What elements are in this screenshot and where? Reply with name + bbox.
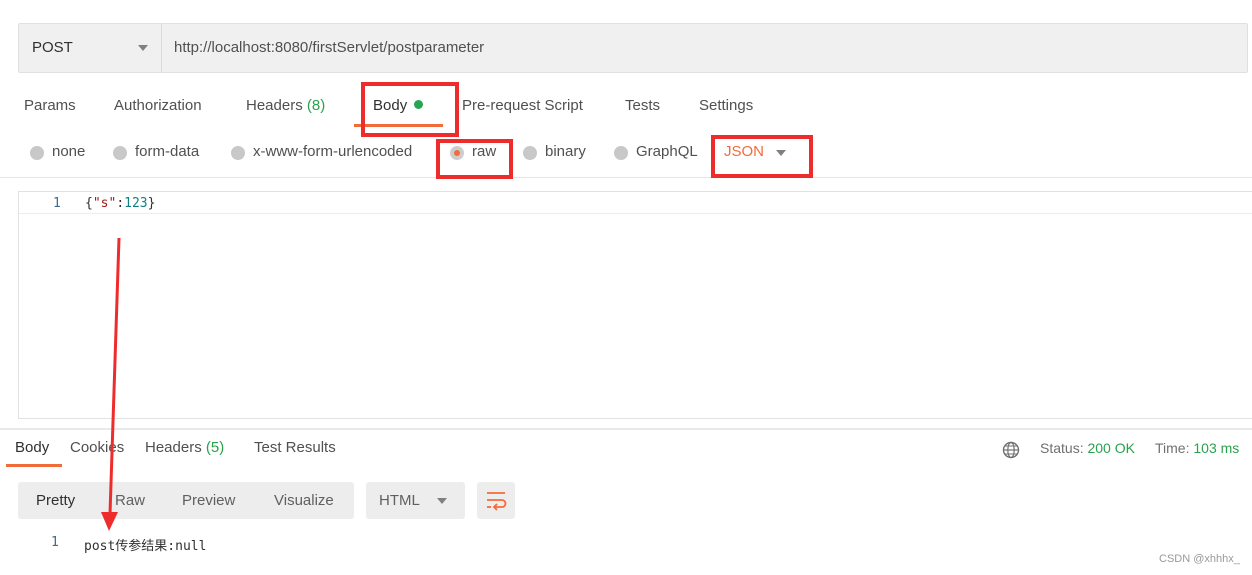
annotation-arrow-icon [101, 237, 121, 531]
